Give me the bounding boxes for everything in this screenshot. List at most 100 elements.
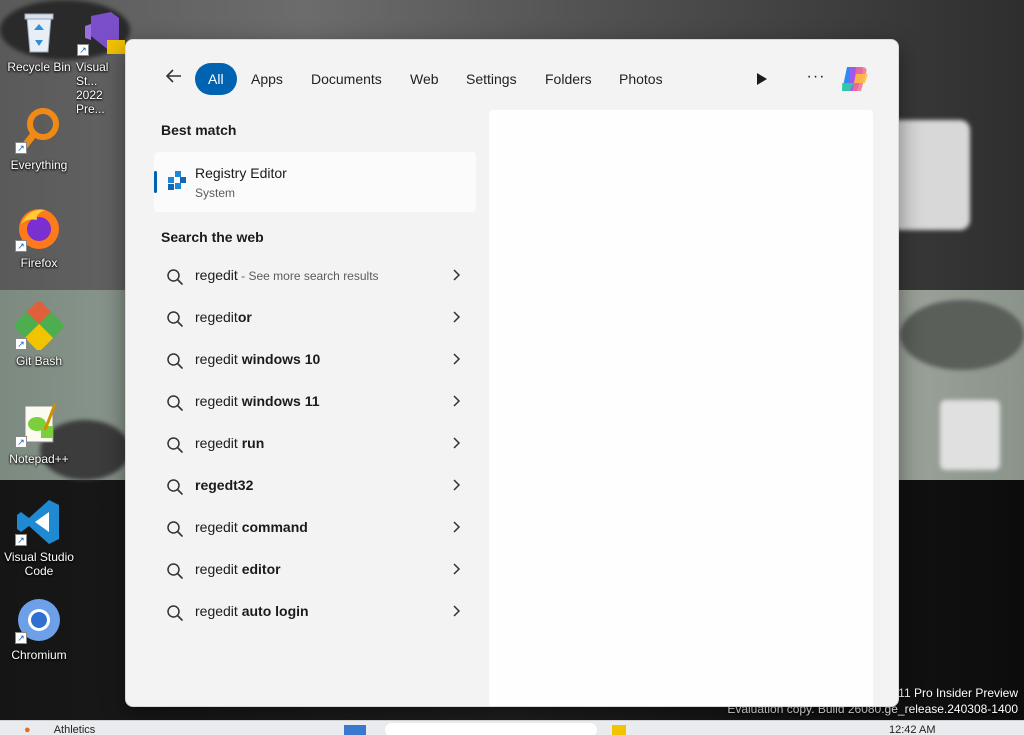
desktop-icon-visual-studio[interactable]: ↗ Visual St... 2022 Pre... — [76, 8, 126, 116]
best-match-subtitle: System — [195, 186, 236, 200]
magnifier-orange-icon: ↗ — [15, 106, 63, 154]
web-result-text: regedit windows 10 — [195, 351, 320, 367]
taskbar-clock[interactable]: 12:42 AM — [889, 724, 935, 735]
back-arrow-icon[interactable] — [162, 66, 186, 90]
web-result-row[interactable]: regedit run — [154, 424, 476, 464]
play-icon[interactable] — [752, 70, 772, 88]
suggestion-bold: or — [237, 309, 252, 325]
shortcut-arrow-icon: ↗ — [77, 44, 89, 56]
taskbar-weather-widget[interactable]: ● Athletics — [24, 724, 95, 735]
desktop-icon-label: Chromium — [11, 648, 67, 662]
desktop-icon-recycle-bin[interactable]: Recycle Bin — [1, 8, 77, 74]
suggestion-bold: auto login — [237, 603, 309, 619]
web-result-text: regedit auto login — [195, 603, 309, 619]
filter-tab-apps[interactable]: Apps — [238, 63, 296, 95]
search-panel: All Apps Documents Web Settings Folders … — [125, 39, 899, 707]
taskbar-search-box[interactable] — [385, 723, 597, 735]
query-prefix: regedit — [195, 519, 238, 535]
query-prefix: regedit — [195, 267, 238, 283]
web-result-row[interactable]: regedit windows 10 — [154, 340, 476, 380]
results-list: Best match Registry Editor System Search… — [126, 110, 486, 706]
web-result-row[interactable]: regedt32 — [154, 466, 476, 506]
search-icon — [166, 562, 184, 580]
shortcut-arrow-icon: ↗ — [15, 338, 27, 350]
filter-tab-photos[interactable]: Photos — [606, 63, 676, 95]
search-icon — [166, 268, 184, 286]
chevron-right-icon — [450, 436, 462, 450]
web-result-text: regedit windows 11 — [195, 393, 320, 409]
chevron-right-icon — [450, 268, 462, 282]
desktop-icon-label: Everything — [10, 158, 68, 172]
chevron-right-icon — [450, 604, 462, 618]
suggestion-hint: - See more search results — [237, 269, 379, 283]
chromium-icon: ↗ — [15, 596, 63, 644]
query-prefix: regedit — [195, 309, 238, 325]
firefox-icon: ↗ — [15, 204, 63, 252]
desktop-icon-label: Visual St... 2022 Pre... — [76, 60, 109, 116]
watermark-edition: s 11 Pro Insider Preview — [888, 686, 1018, 700]
query-prefix: regedit — [195, 561, 238, 577]
filter-tab-web[interactable]: Web — [397, 63, 452, 95]
shortcut-arrow-icon: ↗ — [15, 534, 27, 546]
web-result-row[interactable]: regedit windows 11 — [154, 382, 476, 422]
desktop-icon-label: Git Bash — [15, 354, 63, 368]
weather-icon: ● — [24, 724, 31, 735]
start-button-icon[interactable] — [344, 725, 366, 735]
web-result-row[interactable]: regedit auto login — [154, 592, 476, 632]
suggestion-bold: windows 11 — [237, 393, 320, 409]
chevron-right-icon — [450, 520, 462, 534]
query-prefix: regedit — [195, 603, 238, 619]
web-result-text: regedit command — [195, 519, 308, 535]
desktop-icon-label: Firefox — [20, 256, 58, 270]
search-icon — [166, 520, 184, 538]
web-result-text: regedit - See more search results — [195, 267, 379, 283]
query-prefix: regedit — [195, 393, 238, 409]
suggestion-bold: regedt32 — [195, 477, 254, 493]
web-result-text: regedt32 — [195, 477, 253, 493]
search-icon — [166, 394, 184, 412]
desktop-icon-chromium[interactable]: ↗ Chromium — [1, 596, 77, 662]
web-result-row[interactable]: regeditor — [154, 298, 476, 338]
best-match-heading: Best match — [161, 122, 237, 138]
suggestion-bold: command — [237, 519, 308, 535]
filter-tab-documents[interactable]: Documents — [298, 63, 395, 95]
desktop-icon-notepad-plus-plus[interactable]: ↗ Notepad++ — [1, 400, 77, 466]
registry-editor-icon — [166, 170, 188, 192]
chevron-right-icon — [450, 352, 462, 366]
web-result-row[interactable]: regedit command — [154, 508, 476, 548]
shortcut-arrow-icon: ↗ — [15, 436, 27, 448]
chevron-right-icon — [450, 394, 462, 408]
web-result-row[interactable]: regedit editor — [154, 550, 476, 590]
chevron-right-icon — [450, 310, 462, 324]
filter-tab-folders[interactable]: Folders — [532, 63, 605, 95]
notepad-plus-plus-icon: ↗ — [15, 400, 63, 448]
selection-indicator — [154, 171, 157, 193]
shortcut-arrow-icon: ↗ — [15, 632, 27, 644]
desktop-icon-firefox[interactable]: ↗ Firefox — [1, 204, 77, 270]
desktop-icon-git-bash[interactable]: ↗ Git Bash — [1, 299, 77, 368]
desktop-icon-label: Recycle Bin — [7, 60, 71, 74]
recycle-bin-icon — [15, 8, 63, 56]
search-icon — [166, 478, 184, 496]
filter-tab-settings[interactable]: Settings — [453, 63, 530, 95]
suggestion-bold: run — [237, 435, 265, 451]
filter-bar: All Apps Documents Web Settings Folders … — [126, 40, 898, 116]
desktop-icon-everything[interactable]: ↗ Everything — [1, 106, 77, 172]
taskbar: ● Athletics 12:42 AM — [0, 720, 1024, 735]
web-result-row[interactable]: regedit - See more search results — [154, 256, 476, 296]
visual-studio-icon: ↗ — [77, 8, 125, 56]
filter-tab-all[interactable]: All — [195, 63, 237, 95]
web-result-text: regedit run — [195, 435, 264, 451]
desktop-icon-vscode[interactable]: ↗ Visual Studio Code — [1, 498, 77, 578]
desktop-icon-label: Visual Studio Code — [4, 550, 74, 578]
preview-pane — [489, 110, 873, 706]
chevron-right-icon — [450, 478, 462, 492]
chevron-right-icon — [450, 562, 462, 576]
more-options-icon[interactable]: ··· — [804, 68, 828, 88]
suggestion-bold: windows 10 — [237, 351, 321, 367]
shortcut-arrow-icon: ↗ — [15, 142, 27, 154]
best-match-item[interactable]: Registry Editor System — [154, 152, 476, 212]
copilot-icon[interactable] — [838, 64, 870, 94]
file-explorer-icon[interactable] — [612, 725, 626, 735]
web-results-heading: Search the web — [161, 229, 264, 245]
